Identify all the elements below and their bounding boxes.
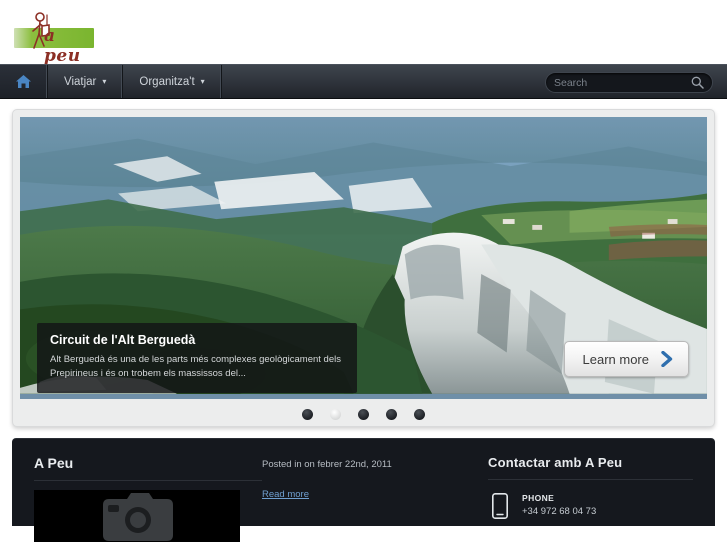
post-meta-column: Posted in on febrer 22nd, 2011 Read more (262, 455, 470, 526)
read-more-link[interactable]: Read more (262, 489, 309, 500)
slider-dot-3[interactable] (358, 409, 369, 420)
slider-dot-1[interactable] (302, 409, 313, 420)
search-box[interactable] (545, 72, 713, 93)
chevron-down-icon: ▾ (200, 77, 205, 86)
nav-item-viatjar-label: Viatjar (64, 75, 97, 88)
contact-phone-row: PHONE +34 972 68 04 73 (488, 489, 693, 519)
chevron-right-icon (661, 351, 673, 367)
content-section: A Peu Posted in on febrer 22nd, 2011 Rea… (12, 439, 715, 542)
slider-dot-5[interactable] (414, 409, 425, 420)
camera-placeholder-icon (103, 493, 173, 541)
nav-item-organitzat-label: Organitza't (139, 75, 195, 88)
search-icon[interactable] (691, 76, 704, 89)
hero-slider: Circuit de l'Alt Berguedà Alt Berguedà é… (12, 109, 715, 427)
logo-wordmark: a peu (44, 26, 81, 66)
chevron-down-icon: ▾ (102, 77, 107, 86)
search-area (545, 72, 713, 93)
contact-title: Contactar amb A Peu (488, 455, 623, 470)
nav-item-home[interactable] (0, 65, 48, 98)
search-input[interactable] (554, 76, 691, 89)
slide-caption-text: Alt Berguedà és una de les parts més com… (50, 353, 341, 379)
latest-post-column: A Peu (34, 455, 262, 542)
mobile-phone-icon (492, 493, 508, 519)
contact-phone-text: PHONE +34 972 68 04 73 (522, 493, 596, 517)
slide-caption-title: Circuit de l'Alt Berguedà (50, 332, 196, 347)
hero-slide[interactable]: Circuit de l'Alt Berguedà Alt Berguedà é… (20, 117, 707, 399)
home-icon (16, 75, 31, 88)
contact-column: Contactar amb A Peu PHONE +34 972 68 04 … (470, 455, 693, 526)
post-thumbnail[interactable] (34, 490, 240, 542)
site-header: a peu (0, 0, 727, 66)
contact-divider (488, 479, 693, 480)
nav-item-viatjar[interactable]: Viatjar ▾ (48, 65, 124, 98)
learn-more-button[interactable]: Learn more (563, 341, 689, 377)
phone-number: +34 972 68 04 73 (522, 506, 597, 517)
site-logo[interactable]: a peu (14, 10, 96, 66)
post-meta: Posted in on febrer 22nd, 2011 (262, 459, 392, 470)
learn-more-label: Learn more (582, 351, 649, 367)
slider-dot-4[interactable] (386, 409, 397, 420)
main-navigation: Viatjar ▾ Organitza't ▾ (0, 64, 727, 99)
phone-label: PHONE (522, 493, 555, 503)
slider-dot-2[interactable] (330, 409, 341, 420)
slide-caption: Circuit de l'Alt Berguedà Alt Berguedà é… (37, 322, 357, 393)
post-divider (34, 480, 262, 481)
slider-pagination (13, 409, 714, 420)
post-title: A Peu (34, 455, 74, 471)
nav-item-organitzat[interactable]: Organitza't ▾ (123, 65, 222, 98)
